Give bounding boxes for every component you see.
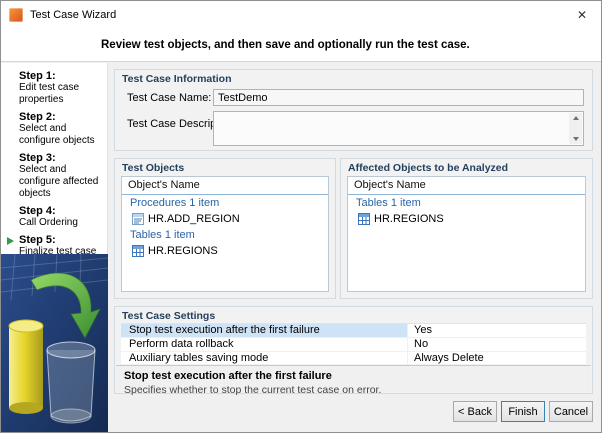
- group-test-case-information: Test Case Information Test Case Name: Te…: [114, 69, 593, 151]
- group-title: Affected Objects to be Analyzed: [348, 162, 508, 174]
- window-title: Test Case Wizard: [30, 9, 116, 21]
- test-case-name-input[interactable]: [213, 89, 584, 106]
- close-icon[interactable]: ✕: [573, 6, 591, 24]
- setting-row-data-rollback[interactable]: Perform data rollback No: [121, 338, 586, 352]
- table-icon: [132, 245, 144, 257]
- back-button[interactable]: < Back: [453, 401, 497, 422]
- cancel-button[interactable]: Cancel: [549, 401, 593, 422]
- group-test-case-settings: Test Case Settings Stop test execution a…: [114, 306, 593, 394]
- group-test-objects: Test Objects Object's Name Procedures 1 …: [114, 158, 336, 299]
- sidebar-step-4: Step 4: Call Ordering: [7, 205, 104, 229]
- tree-group-tables[interactable]: Tables 1 item: [122, 227, 328, 243]
- step-label: Step 4:: [19, 205, 104, 217]
- setting-name: Stop test execution after the first fail…: [121, 324, 408, 337]
- test-case-description-input[interactable]: [213, 111, 584, 146]
- group-title: Test Case Information: [122, 73, 232, 85]
- sidebar-step-1: Step 1: Edit test case properties: [7, 70, 104, 106]
- group-title: Test Objects: [122, 162, 184, 174]
- current-step-arrow-icon: [7, 237, 14, 245]
- wizard-artwork: [1, 254, 108, 432]
- wizard-header: Review test objects, and then save and o…: [1, 29, 601, 62]
- tree-item-label: HR.REGIONS: [374, 213, 444, 225]
- steps-list: Step 1: Edit test case properties Step 2…: [1, 63, 107, 258]
- tree-group-tables[interactable]: Tables 1 item: [348, 195, 585, 211]
- title-bar: Test Case Wizard ✕: [1, 1, 601, 29]
- scroll-up-icon[interactable]: [573, 116, 579, 120]
- step-label: Step 1:: [19, 70, 104, 82]
- setting-value[interactable]: Always Delete: [408, 352, 586, 365]
- wizard-header-title: Review test objects, and then save and o…: [101, 39, 470, 51]
- step-label: Step 3:: [19, 152, 104, 164]
- sidebar-step-2: Step 2: Select and configure objects: [7, 111, 104, 147]
- tree-item-table[interactable]: HR.REGIONS: [348, 211, 585, 227]
- step-label: Step 2:: [19, 111, 104, 123]
- setting-description-title: Stop test execution after the first fail…: [124, 370, 583, 382]
- setting-value[interactable]: No: [408, 338, 586, 351]
- step-desc: Select and configure affected objects: [19, 164, 104, 200]
- setting-name: Auxiliary tables saving mode: [121, 352, 408, 365]
- procedure-icon: [132, 213, 144, 225]
- step-label: Step 5:: [19, 234, 104, 246]
- tree-item-table[interactable]: HR.REGIONS: [122, 243, 328, 259]
- column-header-objects-name[interactable]: Object's Name: [122, 177, 328, 195]
- step-desc: Call Ordering: [19, 217, 104, 229]
- finish-button[interactable]: Finish: [501, 401, 545, 422]
- tree-item-procedure[interactable]: HR.ADD_REGION: [122, 211, 328, 227]
- sidebar-step-3: Step 3: Select and configure affected ob…: [7, 152, 104, 200]
- tree-item-label: HR.REGIONS: [148, 245, 218, 257]
- setting-description-text: Specifies whether to stop the current te…: [124, 384, 583, 396]
- description-scrollbar[interactable]: [569, 113, 582, 144]
- setting-row-stop-on-failure[interactable]: Stop test execution after the first fail…: [121, 324, 586, 338]
- tree-item-label: HR.ADD_REGION: [148, 213, 240, 225]
- group-title: Test Case Settings: [122, 310, 215, 322]
- tree-group-procedures[interactable]: Procedures 1 item: [122, 195, 328, 211]
- step-desc: Edit test case properties: [19, 82, 104, 106]
- step-desc: Select and configure objects: [19, 123, 104, 147]
- setting-value[interactable]: Yes: [408, 324, 586, 337]
- test-case-name-label: Test Case Name:: [127, 92, 211, 104]
- table-icon: [358, 213, 370, 225]
- affected-objects-list: Object's Name Tables 1 item HR.REGIONS: [347, 176, 586, 292]
- settings-property-grid: Stop test execution after the first fail…: [121, 323, 586, 364]
- group-affected-objects: Affected Objects to be Analyzed Object's…: [340, 158, 593, 299]
- steps-sidebar: Step 1: Edit test case properties Step 2…: [1, 63, 108, 432]
- app-icon: [9, 8, 23, 22]
- scroll-down-icon[interactable]: [573, 137, 579, 141]
- column-header-objects-name[interactable]: Object's Name: [348, 177, 585, 195]
- setting-row-aux-tables[interactable]: Auxiliary tables saving mode Always Dele…: [121, 352, 586, 366]
- setting-name: Perform data rollback: [121, 338, 408, 351]
- setting-description-panel: Stop test execution after the first fail…: [116, 365, 591, 392]
- test-case-wizard-dialog: Test Case Wizard ✕ Review test objects, …: [0, 0, 602, 433]
- test-objects-list: Object's Name Procedures 1 item HR.ADD_R…: [121, 176, 329, 292]
